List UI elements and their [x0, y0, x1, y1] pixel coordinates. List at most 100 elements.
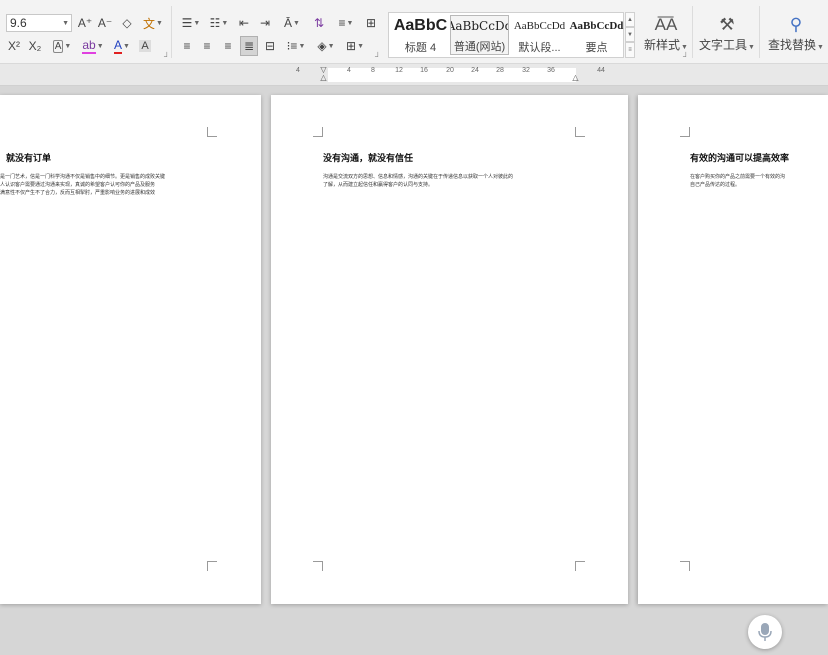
ruler-tick: 16 — [420, 67, 428, 74]
sort-icon: ⇅ — [313, 16, 325, 30]
subscript-button[interactable]: X₂ — [27, 36, 43, 56]
style-key-point[interactable]: AaBbCcDd 要点 — [567, 15, 626, 55]
group-separator — [759, 6, 760, 58]
align-center-button[interactable]: ≡ — [198, 36, 216, 56]
borders-button[interactable]: ⊞ ▼ — [342, 36, 368, 56]
style-label: 普通(网站) — [453, 41, 506, 53]
change-case-icon: Ā — [284, 16, 293, 30]
style-default-paragraph[interactable]: AaBbCcDd 默认段... — [510, 15, 569, 55]
chevron-down-icon: ▼ — [681, 44, 688, 51]
document-canvas[interactable]: 就没有订单 是一门艺术，信是一门科学沟通不仅是销售中的细节。更是销售的成败关键 … — [0, 87, 828, 655]
text-effect-button[interactable]: A ▼ — [50, 36, 74, 56]
indent-icon: ⇥ — [259, 16, 271, 30]
page-heading: 有效的沟通可以提高效率 — [690, 154, 790, 164]
outdent-icon: ⇤ — [238, 16, 250, 30]
chevron-down-icon: ▼ — [221, 19, 229, 27]
chevron-down-icon: ▼ — [96, 42, 104, 50]
sort-button[interactable]: ⇅ — [310, 13, 328, 33]
ruler-tick: 36 — [547, 67, 555, 74]
text-tools-button[interactable]: ⚒ 文字工具▼ — [697, 14, 757, 53]
wrench-icon: ⚒ — [719, 15, 735, 34]
line-spacing-icon: ≡ — [338, 16, 346, 30]
bullet-list-icon: ☰ — [181, 16, 193, 30]
superscript-button[interactable]: X² — [6, 36, 22, 56]
superscript-icon: X² — [8, 39, 20, 53]
justify-button[interactable]: ≣ — [240, 36, 258, 56]
paragraph-spacing-button[interactable]: ⁝≡ ▼ — [283, 36, 309, 56]
ruler-tick: 8 — [371, 67, 375, 74]
ruler-tick: 20 — [446, 67, 454, 74]
shrink-font-icon: A⁻ — [97, 16, 113, 30]
highlight-button[interactable]: ab ▼ — [79, 36, 107, 56]
new-style-button[interactable]: A͞A 新样式▼ — [642, 14, 690, 53]
table-icon: ⊞ — [365, 16, 377, 30]
paint-bucket-icon: ◈ — [317, 39, 327, 53]
chevron-down-icon: ▼ — [298, 42, 306, 50]
chevron-down-icon: ▼ — [327, 42, 335, 50]
chevron-down-icon: ▼ — [64, 42, 72, 50]
borders-icon: ⊞ — [346, 39, 357, 53]
microphone-icon — [758, 623, 772, 641]
crop-mark — [313, 127, 323, 137]
style-heading-4[interactable]: AaBbC 标题 4 — [391, 15, 450, 55]
shading-button[interactable]: ◈ ▼ — [313, 36, 339, 56]
font-size-value: 9.6 — [10, 16, 27, 30]
paragraph-dialog-launcher-icon[interactable]: ┘ — [375, 52, 381, 61]
style-label: 标题 4 — [404, 42, 437, 54]
grow-font-icon: A⁺ — [77, 16, 93, 30]
increase-indent-button[interactable]: ⇥ — [256, 13, 274, 33]
phonetic-icon: 文 — [143, 16, 156, 31]
chevron-down-icon: ▼ — [293, 19, 300, 27]
align-right-button[interactable]: ≡ — [219, 36, 237, 56]
numbered-list-icon: ☷ — [209, 16, 221, 30]
gallery-expand-icon[interactable]: ≡ — [625, 42, 635, 58]
voice-input-button[interactable] — [748, 615, 782, 649]
numbering-button[interactable]: ☷ ▼ — [206, 13, 232, 33]
shrink-font-button[interactable]: A⁻ — [97, 13, 113, 33]
crop-mark — [575, 561, 585, 571]
right-indent-marker[interactable]: △ — [571, 73, 580, 82]
font-color-button[interactable]: A ▼ — [110, 36, 134, 56]
chevron-down-icon[interactable]: ▼ — [62, 20, 69, 27]
ruler-tick: 28 — [496, 67, 504, 74]
paragraph-spacing-icon: ⁝≡ — [286, 39, 298, 53]
chevron-down-icon: ▼ — [817, 44, 824, 51]
crop-mark — [680, 127, 690, 137]
gallery-scroll-up-icon[interactable]: ▲ — [625, 12, 635, 27]
phonetic-guide-button[interactable]: 文 ▼ — [141, 13, 165, 33]
ribbon-toolbar: 9.6 ▼ A⁺ A⁻ ◇ 文 ▼ X² X₂ A ▼ ab ▼ A ▼ A ┘ ☰ ▼ … — [0, 0, 828, 64]
ruler-tick: 4 — [296, 67, 300, 74]
text-effect-icon: A — [52, 39, 64, 53]
font-color-icon: A — [114, 37, 123, 54]
document-page[interactable]: 有效的沟通可以提高效率 在客户购买你的产品之前需要一个有效的沟 自己产品传达的过… — [638, 95, 828, 604]
char-border-button[interactable]: A — [137, 36, 153, 56]
table-insert-button[interactable]: ⊞ — [362, 13, 380, 33]
styles-dialog-launcher-icon[interactable]: ┘ — [683, 52, 689, 61]
text-tools-label: 文字工具 — [699, 38, 748, 52]
align-right-icon: ≡ — [224, 39, 232, 53]
grow-font-button[interactable]: A⁺ — [77, 13, 93, 33]
style-label: 要点 — [585, 42, 608, 54]
document-page[interactable]: 就没有订单 是一门艺术，信是一门科学沟通不仅是销售中的细节。更是销售的成败关键 … — [0, 95, 261, 604]
line-spacing-button[interactable]: ≡ ▼ — [333, 13, 359, 33]
style-normal-web[interactable]: AaBbCcDd 普通(网站) — [450, 15, 509, 55]
font-size-input[interactable]: 9.6 ▼ — [6, 14, 72, 32]
decrease-indent-button[interactable]: ⇤ — [235, 13, 253, 33]
crop-mark — [680, 561, 690, 571]
find-replace-button[interactable]: ⚲ 查找替换▼ — [764, 14, 828, 53]
bullets-button[interactable]: ☰ ▼ — [178, 13, 204, 33]
horizontal-ruler[interactable]: 4 4 8 12 16 20 24 28 32 36 44 ▽ △ △ — [0, 64, 828, 86]
eraser-icon: ◇ — [122, 16, 132, 30]
distribute-button[interactable]: ⊟ — [261, 36, 279, 56]
left-indent-marker[interactable]: △ — [319, 73, 328, 82]
clear-format-button[interactable]: ◇ — [118, 13, 136, 33]
font-dialog-launcher-icon[interactable]: ┘ — [164, 52, 170, 61]
group-separator — [171, 6, 172, 58]
crop-mark — [207, 127, 217, 137]
change-case-button[interactable]: Ā ▼ — [279, 13, 305, 33]
gallery-scroll-down-icon[interactable]: ▼ — [625, 27, 635, 42]
chevron-down-icon: ▼ — [193, 19, 201, 27]
chevron-down-icon: ▼ — [123, 42, 130, 50]
align-left-button[interactable]: ≡ — [178, 36, 196, 56]
document-page[interactable]: 没有沟通，就没有信任 沟通是交流双方的思想、信息和情感，沟通的关键在于传递信息以… — [271, 95, 628, 604]
